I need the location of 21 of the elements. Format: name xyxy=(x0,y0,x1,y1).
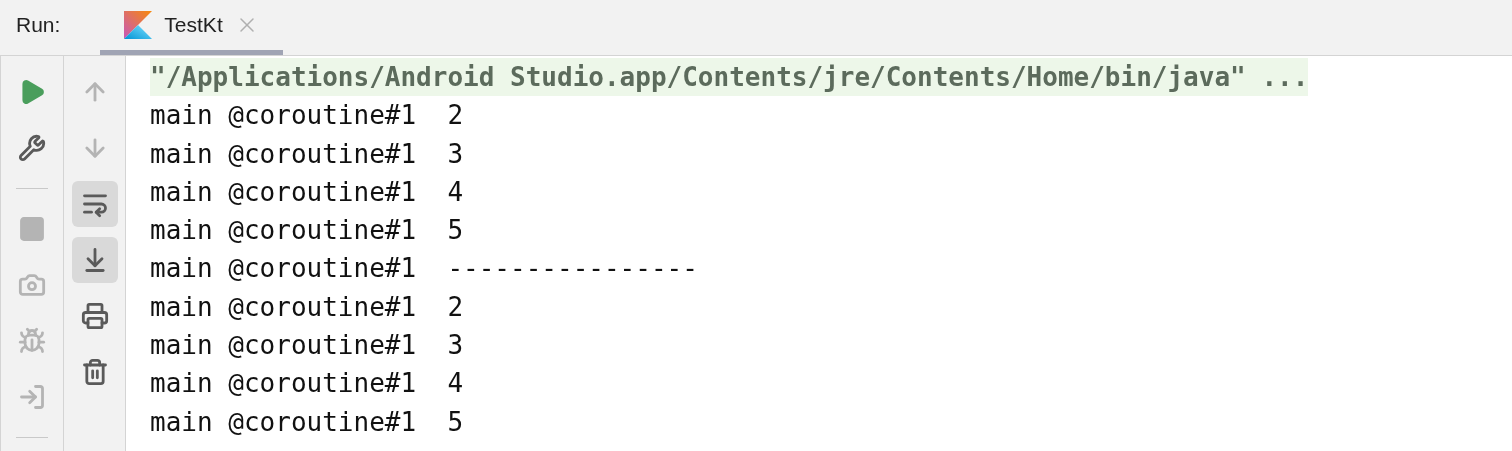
output-line: main @coroutine#1 3 xyxy=(150,137,464,171)
stop-icon xyxy=(18,215,46,243)
login-icon xyxy=(18,383,46,411)
output-line: main @coroutine#1 2 xyxy=(150,290,464,324)
run-label: Run: xyxy=(16,11,61,38)
printer-icon xyxy=(80,302,109,330)
wrench-icon xyxy=(18,134,46,162)
bug-icon xyxy=(18,327,46,355)
camera-icon xyxy=(18,271,46,299)
output-line: main @coroutine#1 4 xyxy=(150,367,464,401)
scroll-to-end-button[interactable] xyxy=(71,237,118,283)
output-line: main @coroutine#1 2 xyxy=(150,99,464,133)
soft-wrap-button[interactable] xyxy=(71,181,118,227)
tab-label: TestKt xyxy=(164,12,223,39)
output-line: main @coroutine#1 5 xyxy=(150,405,464,439)
output-line: main @coroutine#1 3 xyxy=(150,329,464,363)
output-line: main @coroutine#1 ---------------- xyxy=(150,252,698,286)
trash-icon xyxy=(80,358,109,386)
kotlin-logo-icon xyxy=(124,11,153,39)
output-line: main @coroutine#1 5 xyxy=(150,214,464,248)
output-line: main @coroutine#1 4 xyxy=(150,175,464,209)
